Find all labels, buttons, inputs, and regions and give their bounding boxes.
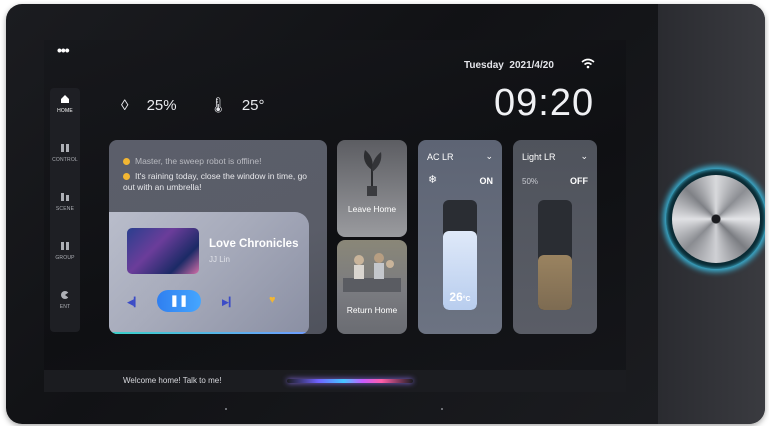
scene-return-home[interactable]: Return Home <box>337 240 407 334</box>
weather-widget: ◊ 25% 🌡︎ 25° <box>121 96 293 114</box>
family-image <box>343 253 401 292</box>
notification-text: It's raining today, close the window in … <box>123 171 308 192</box>
ac-control-card[interactable]: AC LR ⌄ ❄ ON 26°C <box>418 140 502 334</box>
home-icon <box>61 95 69 103</box>
favorite-button[interactable]: ♥ <box>269 294 276 306</box>
sidebar-item-group[interactable]: GROUP <box>50 235 80 279</box>
chevron-down-icon[interactable]: ⌄ <box>580 151 588 162</box>
plant-image <box>363 150 382 196</box>
scene-icon <box>61 193 69 201</box>
smart-panel-device: ••• HOME CONTROL SCENE GROUP ENT ◊ 25% 🌡… <box>6 4 765 424</box>
next-track-button[interactable]: ▶▎ <box>222 297 236 308</box>
alert-icon <box>123 158 130 165</box>
sidebar-item-label: SCENE <box>55 206 75 212</box>
power-state[interactable]: ON <box>480 176 494 186</box>
sidebar-item-label: ENT <box>59 304 71 310</box>
artist-name: JJ Lin <box>209 255 230 264</box>
snowflake-icon[interactable]: ❄ <box>428 173 437 186</box>
notification-item[interactable]: It's raining today, close the window in … <box>123 171 313 193</box>
device-name: AC LR <box>427 152 454 162</box>
device-name: Light LR <box>522 152 556 162</box>
control-icon <box>61 144 69 152</box>
clock-time: 09:20 <box>494 82 595 124</box>
temperature-group: 🌡︎ 25° <box>209 97 279 114</box>
alert-icon <box>123 173 130 180</box>
scene-label: Leave Home <box>347 204 397 214</box>
sidebar-item-home[interactable]: HOME <box>50 88 80 132</box>
assistant-welcome: Welcome home! Talk to me! <box>123 376 222 385</box>
sidebar-item-ent[interactable]: ENT <box>50 284 80 328</box>
date: 2021/4/20 <box>509 60 554 71</box>
prev-track-button[interactable]: ◀▎ <box>127 297 141 308</box>
droplet-icon: ◊ <box>121 97 129 114</box>
sidebar-nav: HOME CONTROL SCENE GROUP ENT <box>50 88 80 332</box>
sidebar-item-control[interactable]: CONTROL <box>50 137 80 181</box>
temperature-readout: 26°C <box>443 290 477 304</box>
brightness-percent: 50% <box>522 177 539 186</box>
frame-sensor-dot <box>225 408 227 410</box>
notification-item[interactable]: Master, the sweep robot is offline! <box>123 156 261 167</box>
sidebar-item-label: CONTROL <box>52 157 78 163</box>
scene-label: Return Home <box>346 305 398 315</box>
humidity-value: 25% <box>146 97 177 114</box>
entertainment-icon <box>61 291 69 299</box>
prev-icon: ◀▎ <box>127 297 141 307</box>
weekday: Tuesday <box>464 60 504 71</box>
menu-dots-button[interactable]: ••• <box>57 42 70 58</box>
power-state[interactable]: OFF <box>570 176 588 186</box>
brightness-slider[interactable] <box>538 200 572 310</box>
temperature-value: 25° <box>241 97 265 114</box>
album-cover[interactable] <box>127 228 199 274</box>
temperature-slider[interactable]: 26°C <box>443 200 477 310</box>
sidebar-item-scene[interactable]: SCENE <box>50 186 80 230</box>
frame-sensor-dot <box>441 408 443 410</box>
progress-bar[interactable] <box>109 332 309 334</box>
rotary-knob[interactable] <box>666 169 765 269</box>
sidebar-item-label: GROUP <box>55 255 75 261</box>
date-row: Tuesday 2021/4/20 <box>464 60 554 71</box>
pause-icon: ❚❚ <box>169 295 189 307</box>
wifi-icon <box>581 58 595 69</box>
chevron-down-icon[interactable]: ⌄ <box>485 151 493 162</box>
temperature-number: 26 <box>449 290 463 304</box>
thermometer-icon: 🌡︎ <box>208 97 228 114</box>
voice-waveform <box>287 379 413 383</box>
knob-face[interactable] <box>672 175 760 263</box>
humidity-group: ◊ 25% <box>121 97 191 114</box>
notification-text: Master, the sweep robot is offline! <box>135 156 262 166</box>
song-title: Love Chronicles <box>209 238 299 250</box>
scene-leave-home[interactable]: Leave Home <box>337 140 407 237</box>
assistant-bar[interactable]: Welcome home! Talk to me! <box>44 370 626 392</box>
temperature-unit: °C <box>462 296 471 303</box>
heart-icon: ♥ <box>269 294 276 306</box>
slider-fill <box>538 255 572 310</box>
light-control-card[interactable]: Light LR ⌄ 50% OFF <box>513 140 597 334</box>
next-icon: ▶▎ <box>222 297 236 307</box>
group-icon <box>61 242 69 250</box>
touch-screen: ••• HOME CONTROL SCENE GROUP ENT ◊ 25% 🌡… <box>44 40 626 392</box>
music-player: Love Chronicles JJ Lin ◀▎ ❚❚ ▶▎ ♥ <box>109 212 309 334</box>
info-card: Master, the sweep robot is offline! It's… <box>109 140 327 334</box>
pause-button[interactable]: ❚❚ <box>157 290 201 312</box>
sidebar-item-label: HOME <box>57 108 73 114</box>
